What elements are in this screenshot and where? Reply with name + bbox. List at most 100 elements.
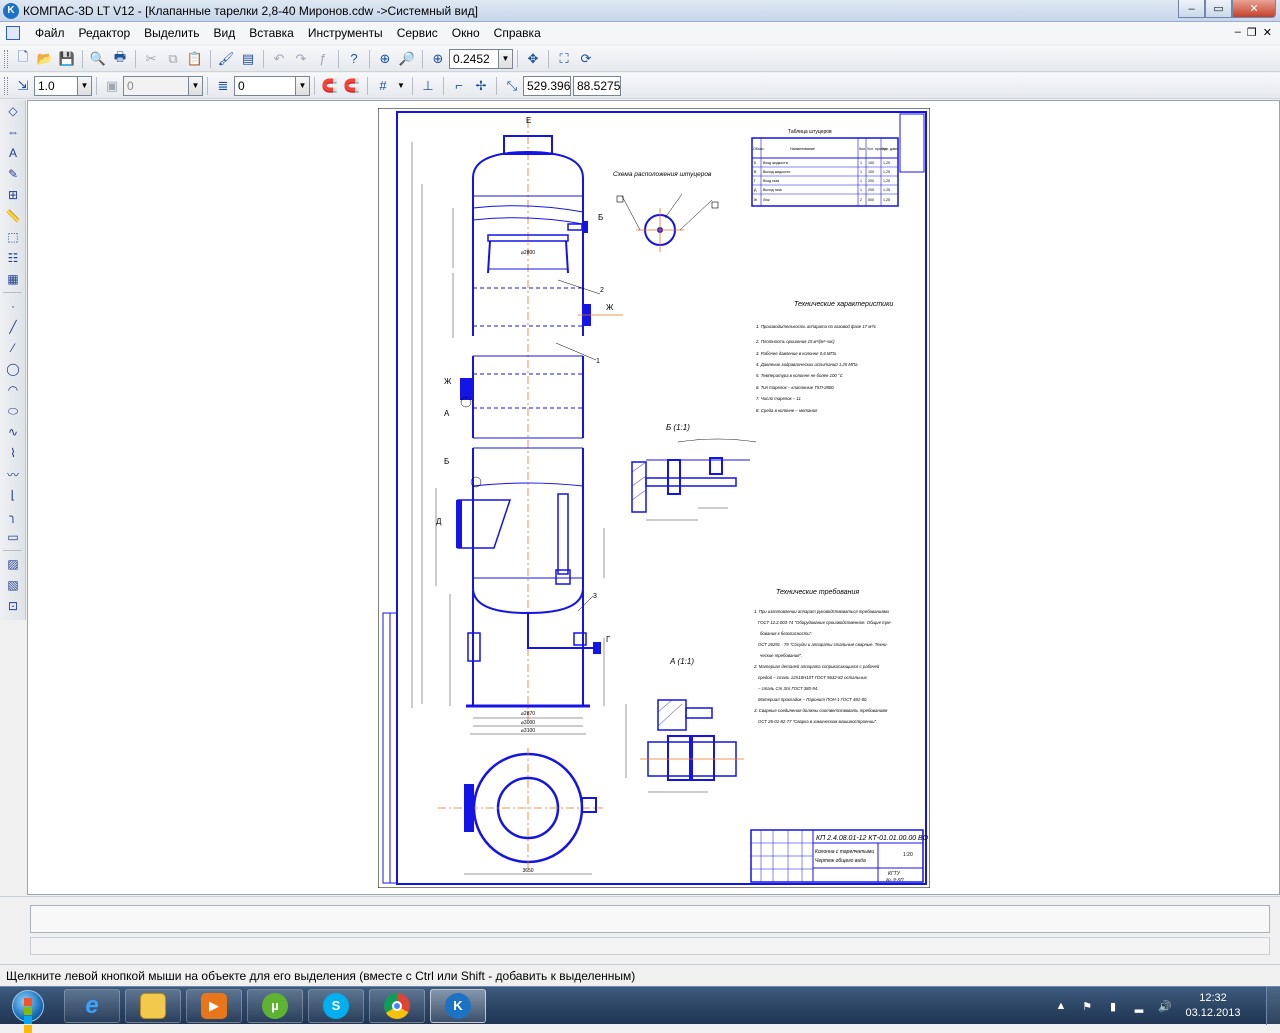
grid-icon[interactable]: # bbox=[372, 75, 394, 97]
fillet-tool-icon[interactable]: ╮ bbox=[2, 506, 24, 526]
doc-close-button[interactable]: ✕ bbox=[1263, 26, 1272, 39]
kompas-app-icon[interactable]: K bbox=[3, 2, 19, 19]
show-desktop-button[interactable] bbox=[1266, 987, 1280, 1025]
network-icon[interactable]: ▂ bbox=[1131, 998, 1147, 1014]
layer-state-chevron-icon[interactable]: ▼ bbox=[189, 75, 203, 96]
ellipse-tool-icon[interactable]: ⬭ bbox=[2, 401, 24, 421]
menu-insert[interactable]: Вставка bbox=[242, 22, 301, 44]
select-panel-icon[interactable]: ⬚ bbox=[2, 227, 24, 247]
document-icon[interactable] bbox=[6, 26, 20, 40]
volume-icon[interactable]: 🔊 bbox=[1157, 998, 1173, 1014]
snap-magnet-icon[interactable]: 🧲 bbox=[319, 75, 341, 97]
grid-chevron-icon[interactable]: ▼ bbox=[394, 76, 408, 96]
action-center-flag-icon[interactable]: ⚑ bbox=[1079, 998, 1095, 1014]
parametrization-panel-icon[interactable]: ⊞ bbox=[2, 185, 24, 205]
undo-icon[interactable]: ↶ bbox=[268, 48, 290, 70]
point-tool-icon[interactable]: · bbox=[2, 296, 24, 316]
taskbar-utorrent[interactable]: µ bbox=[247, 988, 303, 1023]
zoom-in-icon[interactable]: ⊕ bbox=[427, 48, 449, 70]
fill-tool-icon[interactable]: ▧ bbox=[2, 575, 24, 595]
show-hidden-icons-icon[interactable]: ▲ bbox=[1053, 998, 1069, 1014]
start-button[interactable] bbox=[6, 988, 50, 1033]
menu-select[interactable]: Выделить bbox=[137, 22, 206, 44]
chamfer-tool-icon[interactable]: ⌊ bbox=[2, 485, 24, 505]
snap-magnet-alt-icon[interactable]: 🧲 bbox=[341, 75, 363, 97]
round-coords-icon[interactable]: ✢ bbox=[470, 75, 492, 97]
layer-state-field[interactable]: 0 bbox=[123, 75, 189, 96]
menu-file[interactable]: Файл bbox=[28, 22, 72, 44]
taskbar-internet-explorer[interactable]: e bbox=[64, 988, 120, 1023]
doc-restore-button[interactable]: ❐ bbox=[1247, 26, 1257, 39]
paste-icon[interactable]: 📋 bbox=[184, 48, 206, 70]
doc-minimize-button[interactable]: – bbox=[1235, 26, 1241, 39]
view-scale-chevron-icon[interactable]: ▼ bbox=[78, 75, 92, 96]
properties-icon[interactable]: ▤ bbox=[237, 48, 259, 70]
format-painter-icon[interactable]: 🖌 bbox=[215, 48, 237, 70]
power-icon[interactable]: ▮ bbox=[1105, 998, 1121, 1014]
layers-icon[interactable]: ≣ bbox=[212, 75, 234, 97]
properties-field-area[interactable] bbox=[30, 905, 1270, 933]
hatch-tool-icon[interactable]: ▨ bbox=[2, 554, 24, 574]
menu-service[interactable]: Сервис bbox=[390, 22, 445, 44]
function-icon[interactable]: ƒ bbox=[312, 48, 334, 70]
zoom-dropdown-chevron-icon[interactable]: ▼ bbox=[499, 48, 513, 69]
polyline-tool-icon[interactable]: ⌇ bbox=[2, 443, 24, 463]
collection-tool-icon[interactable]: ⊡ bbox=[2, 596, 24, 616]
zoom-scale-field[interactable]: 0.2452 bbox=[449, 48, 499, 69]
taskbar-clock[interactable]: 12:32 03.12.2013 bbox=[1178, 991, 1248, 1021]
menu-window[interactable]: Окно bbox=[445, 22, 487, 44]
minimize-button[interactable]: – bbox=[1178, 0, 1205, 18]
scale-icon[interactable]: ⇲ bbox=[12, 75, 34, 97]
drawing-sheet[interactable]: Е ⌀2800 Б Ж 2 1 Ж А Б Д 3 Г ⌀2870 ⌀3000 … bbox=[378, 108, 930, 888]
print-icon[interactable]: 🖶 bbox=[109, 48, 131, 70]
dimensions-panel-icon[interactable]: ⇔ bbox=[2, 122, 24, 142]
menu-tools[interactable]: Инструменты bbox=[301, 22, 390, 44]
edit-panel-icon[interactable]: ✎ bbox=[2, 164, 24, 184]
copy-icon[interactable]: ⧉ bbox=[162, 48, 184, 70]
arc-tool-icon[interactable]: ◠ bbox=[2, 380, 24, 400]
zoom-window-icon[interactable]: ⊕ bbox=[374, 48, 396, 70]
menu-view[interactable]: Вид bbox=[207, 22, 243, 44]
show-all-icon[interactable]: ⛶ bbox=[553, 48, 575, 70]
drawing-canvas[interactable]: Е ⌀2800 Б Ж 2 1 Ж А Б Д 3 Г ⌀2870 ⌀3000 … bbox=[27, 100, 1280, 895]
cursor-x-field[interactable]: 529.396 bbox=[523, 75, 571, 96]
taskbar-skype[interactable]: S bbox=[308, 988, 364, 1023]
zoom-dynamic-icon[interactable]: 🔎 bbox=[396, 48, 418, 70]
help-pointer-icon[interactable]: ? bbox=[343, 48, 365, 70]
spec-panel-icon[interactable]: ☷ bbox=[2, 248, 24, 268]
new-document-icon[interactable]: 🗋 bbox=[12, 48, 34, 70]
view-scale-field[interactable]: 1.0 bbox=[34, 75, 78, 96]
local-cs-icon[interactable]: ⊥ bbox=[417, 75, 439, 97]
toolbar-grip[interactable] bbox=[4, 76, 8, 95]
refresh-icon[interactable]: ⟳ bbox=[575, 48, 597, 70]
save-icon[interactable]: 💾 bbox=[56, 48, 78, 70]
auxiliary-line-icon[interactable]: ╱ bbox=[2, 317, 24, 337]
layer-number-chevron-icon[interactable]: ▼ bbox=[296, 75, 310, 96]
designations-panel-icon[interactable]: A bbox=[2, 143, 24, 163]
circle-tool-icon[interactable]: ◯ bbox=[2, 359, 24, 379]
close-button[interactable]: ✕ bbox=[1232, 0, 1276, 18]
print-preview-icon[interactable]: 🔍 bbox=[87, 48, 109, 70]
menu-help[interactable]: Справка bbox=[487, 22, 548, 44]
segment-tool-icon[interactable]: ⁄ bbox=[2, 338, 24, 358]
geometry-panel-icon[interactable]: ◇ bbox=[2, 101, 24, 121]
layer-state-icon[interactable]: ▣ bbox=[101, 75, 123, 97]
menu-edit[interactable]: Редактор bbox=[72, 22, 138, 44]
bezier-tool-icon[interactable]: 〰 bbox=[2, 464, 24, 484]
layer-number-field[interactable]: 0 bbox=[234, 75, 296, 96]
toolbar-grip[interactable] bbox=[4, 49, 8, 68]
cursor-y-field[interactable]: 88.5275 bbox=[573, 75, 621, 96]
cut-icon[interactable]: ✂ bbox=[140, 48, 162, 70]
ortho-mode-icon[interactable]: ⌐ bbox=[448, 75, 470, 97]
taskbar-file-explorer[interactable] bbox=[125, 988, 181, 1023]
rectangle-tool-icon[interactable]: ▭ bbox=[2, 527, 24, 547]
pan-icon[interactable]: ✥ bbox=[522, 48, 544, 70]
reports-panel-icon[interactable]: ▦ bbox=[2, 269, 24, 289]
maximize-button[interactable]: ▭ bbox=[1205, 0, 1232, 18]
taskbar-chrome[interactable] bbox=[369, 988, 425, 1023]
taskbar-media-player[interactable]: ▶ bbox=[186, 988, 242, 1023]
title-bar[interactable]: K КОМПАС-3D LT V12 - [Клапанные тарелки … bbox=[0, 0, 1280, 22]
properties-tab-area[interactable] bbox=[30, 937, 1270, 955]
taskbar-kompas[interactable]: K bbox=[430, 988, 486, 1023]
redo-icon[interactable]: ↷ bbox=[290, 48, 312, 70]
